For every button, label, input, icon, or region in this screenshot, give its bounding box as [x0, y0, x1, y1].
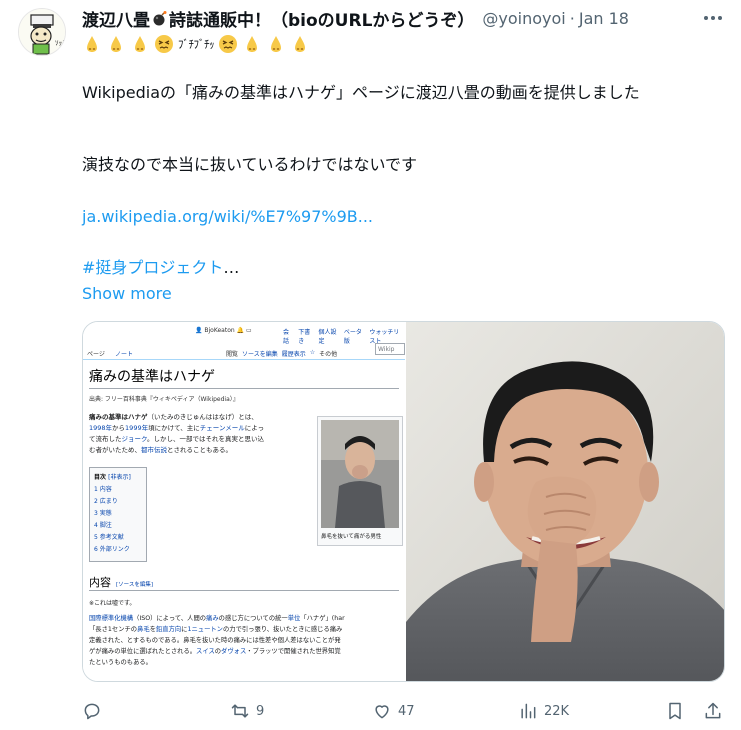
retweet-icon [231, 704, 249, 718]
wiki-thumb-caption: 鼻毛を抜いて痛がる男性 [321, 534, 382, 540]
wiki-toc-item: 5 参考文献 [94, 534, 124, 541]
display-name[interactable]: 渡辺八畳 [82, 6, 150, 31]
wiki-rule [89, 388, 399, 389]
wiki-section-heading: 内容 [ソースを編集] [89, 576, 154, 589]
heart-icon [375, 705, 389, 719]
wiki-rule [89, 590, 399, 591]
wiki-tab-talk: ノート [115, 351, 134, 358]
wiki-toc-item: 6 外部リンク [94, 546, 130, 553]
user-handle[interactable]: @yoinoyoi [482, 9, 565, 28]
wiki-thumbnail: 鼻毛を抜いて痛がる男性 [317, 416, 403, 546]
retweet-count: 9 [256, 703, 265, 719]
emoji-text: ﾌﾞﾁﾌﾞﾁｯ [178, 38, 215, 51]
views-chart-icon [521, 703, 536, 719]
nose-emoji-icon [111, 36, 121, 52]
hashtag-link[interactable]: #挺身プロジェクト [82, 258, 223, 277]
wiki-body: 国際標準化機構（ISO）によって、人間の痛みの感じ方についての統一単位「ハナゲ」… [89, 615, 345, 666]
wiki-top-link: 下書き [298, 329, 311, 345]
retweet-button[interactable]: 9 [230, 699, 264, 723]
separator-dot: · [569, 8, 575, 28]
wiki-user: 👤 BjoKeaton 🔔 ▭ [195, 327, 252, 334]
wiki-title: 痛みの基準はハナゲ [89, 369, 215, 385]
persevering-face-icon [219, 35, 237, 53]
wiki-from: 出典: フリー百科事典『ウィキペディア（Wikipedia）』 [89, 396, 239, 403]
wiki-toc-item: 2 広まり [94, 498, 118, 505]
photo-illustration [406, 322, 724, 681]
wiki-tab-other: その他 [319, 351, 338, 358]
tweet-date[interactable]: Jan 18 [579, 9, 629, 28]
wiki-tab-history: 履歴表示 [281, 351, 306, 358]
wiki-top-link: 会話 [283, 329, 290, 345]
avatar-illustration: ｿｯﾐ [19, 9, 66, 55]
tweet-text-line1: Wikipediaの「痛みの基準はハナゲ」ページに渡辺八畳の動画を提供しました [82, 83, 640, 102]
wiki-toc-item: 4 脚注 [94, 522, 112, 529]
wiki-top-link: ベータ版 [343, 329, 362, 345]
nose-emoji-icon [247, 36, 257, 52]
like-button[interactable]: 47 [372, 699, 415, 723]
avatar[interactable]: ｿｯﾐ [18, 8, 66, 56]
bookmark-icon [669, 702, 681, 720]
views-button[interactable]: 22K [518, 699, 569, 723]
wiki-tabs: ページ ノート 閲覧 ソースを編集 履歴表示 ☆ その他 [83, 346, 405, 360]
like-count: 47 [398, 703, 415, 719]
tweet: ｿｯﾐ 渡辺八畳 詩誌通販中！（bioのURLからどうぞ） @yoinoyoi … [0, 0, 741, 730]
wiki-tab-read: 閲覧 [226, 351, 239, 358]
view-count: 22K [544, 703, 570, 719]
show-more-link[interactable]: Show more [82, 282, 172, 306]
wiki-search: Wikip [375, 343, 405, 355]
wiki-toc-item: 1 内容 [94, 486, 112, 493]
share-button[interactable] [703, 699, 723, 723]
tweet-text-line2: 演技なので本当に抜いているわけではないです [82, 155, 418, 174]
nose-emoji-icon [135, 36, 145, 52]
bomb-emoji-icon [153, 11, 167, 26]
reply-icon [84, 703, 100, 720]
persevering-face-icon [155, 35, 173, 53]
wiki-tab-edit: ソースを編集 [242, 351, 278, 358]
reply-button[interactable] [82, 699, 108, 723]
share-icon [705, 702, 721, 719]
photo-man-pulling-nose-hair[interactable] [406, 322, 724, 681]
wiki-top-link: 個人設定 [318, 329, 337, 345]
emoji-row: ﾌﾞﾁﾌﾞﾁｯ [82, 32, 314, 56]
more-dots-icon [704, 16, 722, 20]
wiki-toc-title: 目次 [非表示] [94, 474, 131, 481]
wiki-tabs-right: 閲覧 ソースを編集 履歴表示 ☆ その他 [226, 349, 337, 358]
tweet-actions: 9 47 22K [82, 697, 732, 725]
nose-emoji-icon [87, 36, 97, 52]
svg-text:ｿｯﾐ: ｿｯﾐ [55, 39, 66, 47]
wiki-thumb-photo [321, 420, 399, 528]
wiki-toc: 目次 [非表示] 1 内容 2 広まり 3 実態 4 脚注 5 参考文献 6 外… [89, 467, 147, 562]
hashtag-line: #挺身プロジェクト… [82, 256, 239, 280]
bookmark-button[interactable] [665, 699, 685, 723]
wikipedia-screenshot[interactable]: 👤 BjoKeaton 🔔 ▭ 会話 下書き 個人設定 ベータ版 ウォッチリスト… [83, 322, 405, 681]
wiki-lead: 痛みの基準はハナゲ（いたみのきじゅんははなげ）とは、 1998年から1999年頃… [89, 413, 265, 454]
wiki-toc-item: 3 実態 [94, 510, 112, 517]
wiki-topbar: 👤 BjoKeaton 🔔 ▭ 会話 下書き 個人設定 ベータ版 ウォッチリスト [83, 322, 405, 345]
wiki-note: ※これは嘘です。 [89, 600, 136, 607]
nose-emoji-icon [271, 36, 281, 52]
wiki-star-icon: ☆ [309, 349, 316, 356]
hashtag-ellipsis: … [223, 258, 240, 277]
tweet-media[interactable]: 👤 BjoKeaton 🔔 ▭ 会話 下書き 個人設定 ベータ版 ウォッチリスト… [82, 321, 725, 682]
more-options-button[interactable] [700, 8, 726, 28]
wiki-thumb-image [321, 420, 399, 528]
display-name-suffix[interactable]: 詩誌通販中！（bioのURLからどうぞ） [169, 6, 474, 31]
wikipedia-link[interactable]: ja.wikipedia.org/wiki/%E7%97%9B... [82, 205, 373, 229]
tweet-header: 渡辺八畳 詩誌通販中！（bioのURLからどうぞ） @yoinoyoi · Ja… [82, 6, 722, 31]
wiki-tab-page: ページ [87, 351, 105, 358]
nose-emoji-icon [295, 36, 305, 52]
